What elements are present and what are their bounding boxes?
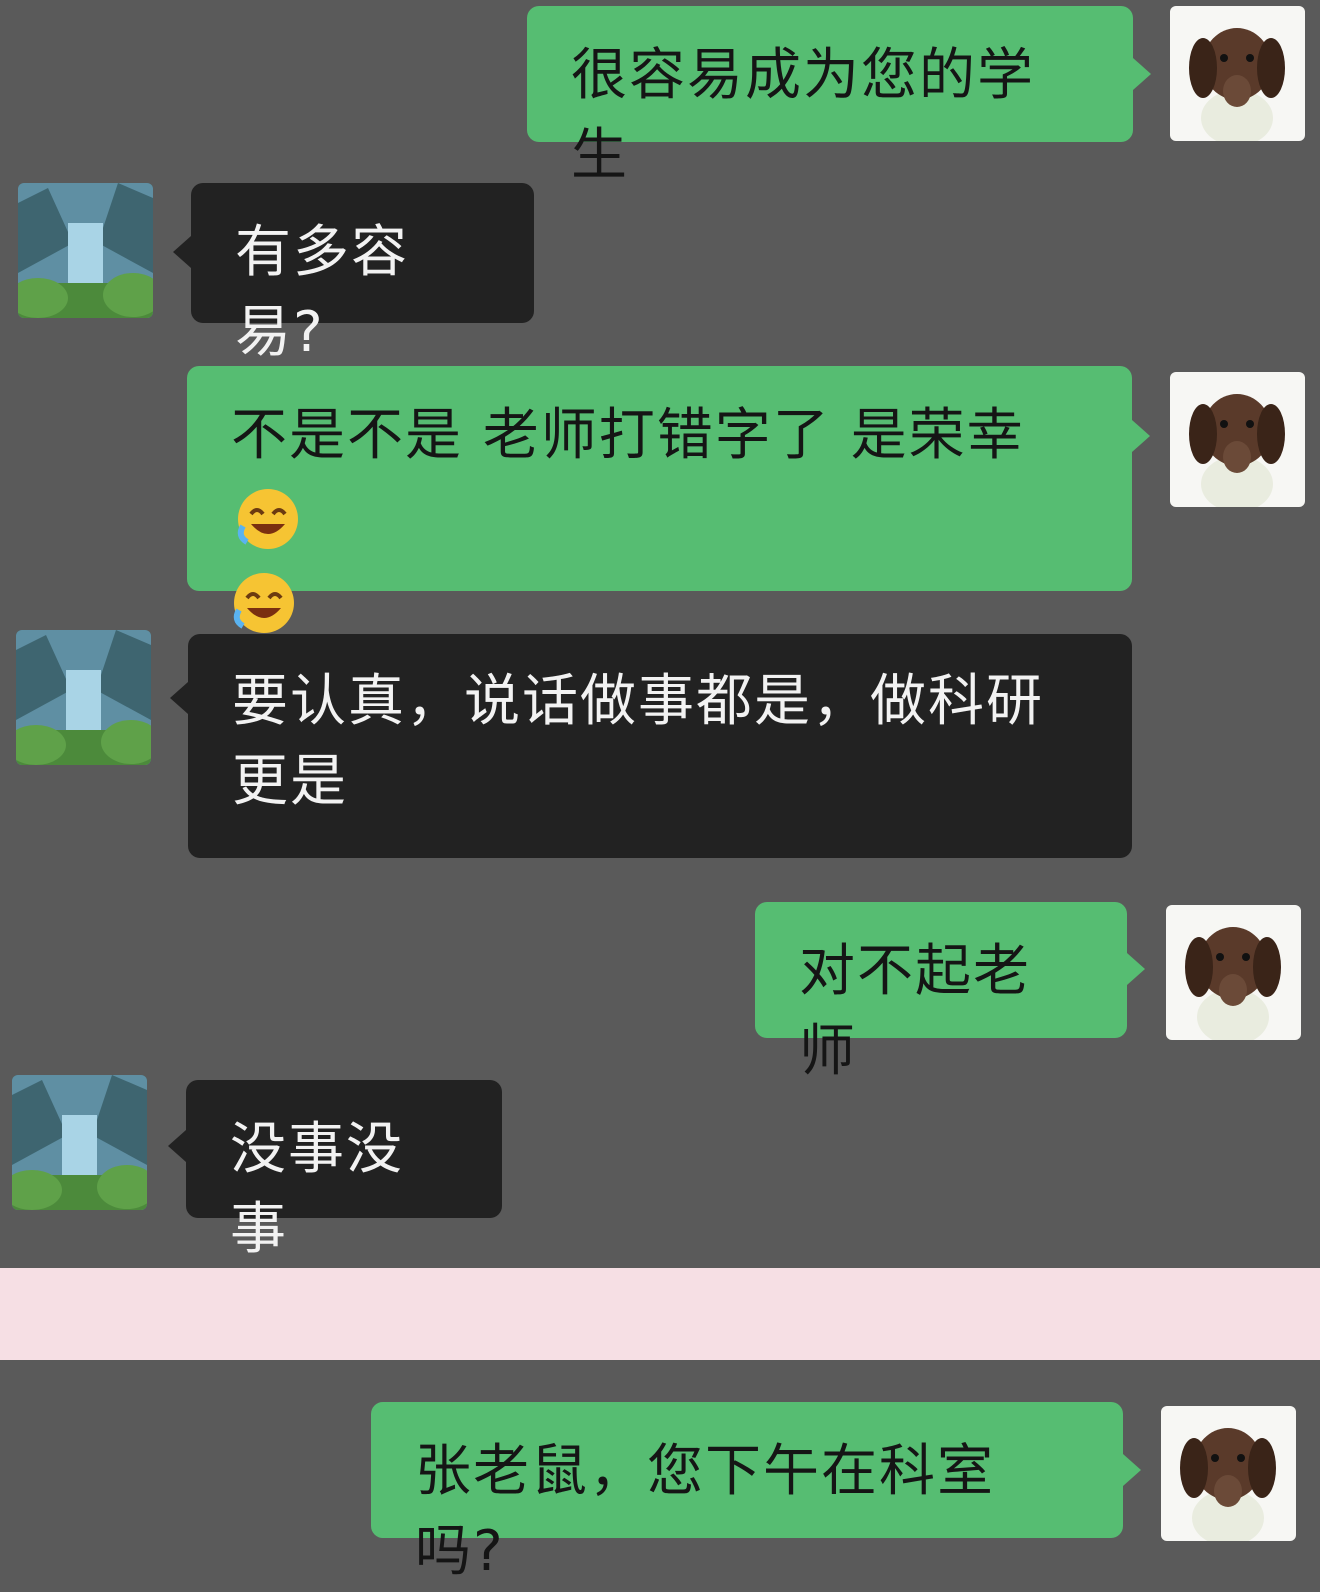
message-text: 对不起老师 — [799, 939, 1031, 1084]
message-text: 不是不是 老师打错字了 是荣幸 — [231, 403, 1025, 468]
bubble-tail — [173, 236, 191, 268]
laugh-cry-emoji — [235, 486, 301, 552]
landscape-avatar[interactable] — [16, 630, 151, 765]
message-bubble-incoming[interactable]: 要认真，说话做事都是，做科研更是 — [188, 634, 1132, 858]
message-text: 有多容易? — [235, 220, 409, 365]
bubble-tail — [1132, 420, 1150, 452]
bubble-tail — [1127, 953, 1145, 985]
message-bubble-incoming[interactable]: 有多容易? — [191, 183, 534, 365]
landscape-avatar[interactable] — [18, 183, 153, 318]
message-text: 没事没事 — [230, 1117, 404, 1262]
message-text: 很容易成为您的学生 — [571, 43, 1035, 188]
message-text: 张老鼠，您下午在科室吗? — [415, 1439, 995, 1584]
message-bubble-outgoing[interactable]: 张老鼠，您下午在科室吗? — [371, 1402, 1123, 1584]
dog-avatar[interactable] — [1166, 905, 1301, 1040]
message-text: 要认真，说话做事都是，做科研更是 — [232, 669, 1044, 814]
bubble-tail — [170, 682, 188, 714]
message-bubble-outgoing[interactable]: 对不起老师 — [755, 902, 1127, 1084]
dog-avatar[interactable] — [1170, 6, 1305, 141]
message-bubble-incoming[interactable]: 没事没事 — [186, 1080, 502, 1262]
bubble-tail — [168, 1130, 186, 1162]
bubble-tail — [1133, 58, 1151, 90]
message-bubble-outgoing[interactable]: 不是不是 老师打错字了 是荣幸 — [187, 366, 1132, 633]
dog-avatar[interactable] — [1170, 372, 1305, 507]
message-bubble-outgoing[interactable]: 很容易成为您的学生 — [527, 6, 1133, 188]
divider-band — [0, 1268, 1320, 1360]
landscape-avatar[interactable] — [12, 1075, 147, 1210]
dog-avatar[interactable] — [1161, 1406, 1296, 1541]
bubble-tail — [1123, 1454, 1141, 1486]
laugh-cry-emoji — [231, 570, 297, 636]
